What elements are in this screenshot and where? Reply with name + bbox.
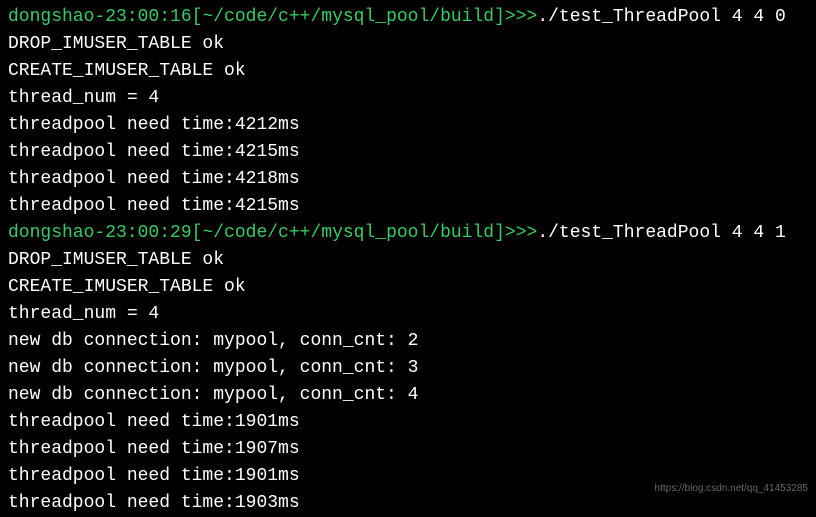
terminal-line: thread_num = 4 [8, 85, 808, 112]
prompt-user-host: dongshao-23:00:16 [8, 7, 192, 27]
command-text: ./test_ThreadPool 4 4 0 [537, 7, 785, 27]
terminal-output[interactable]: dongshao-23:00:16[~/code/c++/mysql_pool/… [8, 4, 808, 517]
output-text: new db connection: mypool, conn_cnt: 4 [8, 385, 418, 405]
output-text: threadpool need time:4215ms [8, 142, 300, 162]
output-text: new db connection: mypool, conn_cnt: 3 [8, 358, 418, 378]
terminal-line: threadpool need time:1901ms [8, 409, 808, 436]
terminal-line: dongshao-23:00:16[~/code/c++/mysql_pool/… [8, 4, 808, 31]
terminal-line: CREATE_IMUSER_TABLE ok [8, 58, 808, 85]
prompt-user-host: dongshao-23:00:29 [8, 223, 192, 243]
terminal-line: threadpool need time:4215ms [8, 139, 808, 166]
terminal-line: DROP_IMUSER_TABLE ok [8, 31, 808, 58]
terminal-line: threadpool need time:1907ms [8, 436, 808, 463]
terminal-line: threadpool need time:4212ms [8, 112, 808, 139]
command-text: ./test_ThreadPool 4 4 1 [537, 223, 785, 243]
prompt-arrows: >>> [505, 223, 537, 243]
output-text: threadpool need time:1907ms [8, 439, 300, 459]
output-text: threadpool need time:1901ms [8, 412, 300, 432]
terminal-line: new db connection: mypool, conn_cnt: 3 [8, 355, 808, 382]
output-text: DROP_IMUSER_TABLE ok [8, 34, 224, 54]
output-text: threadpool need time:4215ms [8, 196, 300, 216]
prompt-path: [~/code/c++/mysql_pool/build] [192, 7, 505, 27]
output-text: threadpool need time:4218ms [8, 169, 300, 189]
output-text: thread_num = 4 [8, 88, 159, 108]
terminal-line: threadpool need time:4218ms [8, 166, 808, 193]
terminal-line: new db connection: mypool, conn_cnt: 2 [8, 328, 808, 355]
terminal-line: CREATE_IMUSER_TABLE ok [8, 274, 808, 301]
terminal-line: thread_num = 4 [8, 301, 808, 328]
prompt-path: [~/code/c++/mysql_pool/build] [192, 223, 505, 243]
terminal-line: dongshao-23:00:29[~/code/c++/mysql_pool/… [8, 220, 808, 247]
output-text: thread_num = 4 [8, 304, 159, 324]
output-text: threadpool need time:1903ms [8, 493, 300, 513]
output-text: CREATE_IMUSER_TABLE ok [8, 61, 246, 81]
output-text: new db connection: mypool, conn_cnt: 2 [8, 331, 418, 351]
output-text: DROP_IMUSER_TABLE ok [8, 250, 224, 270]
terminal-line: new db connection: mypool, conn_cnt: 4 [8, 382, 808, 409]
output-text: threadpool need time:4212ms [8, 115, 300, 135]
terminal-line: DROP_IMUSER_TABLE ok [8, 247, 808, 274]
output-text: threadpool need time:1901ms [8, 466, 300, 486]
watermark-text: https://blog.csdn.net/qq_41453285 [655, 481, 808, 496]
prompt-arrows: >>> [505, 7, 537, 27]
terminal-line: threadpool need time:4215ms [8, 193, 808, 220]
output-text: CREATE_IMUSER_TABLE ok [8, 277, 246, 297]
